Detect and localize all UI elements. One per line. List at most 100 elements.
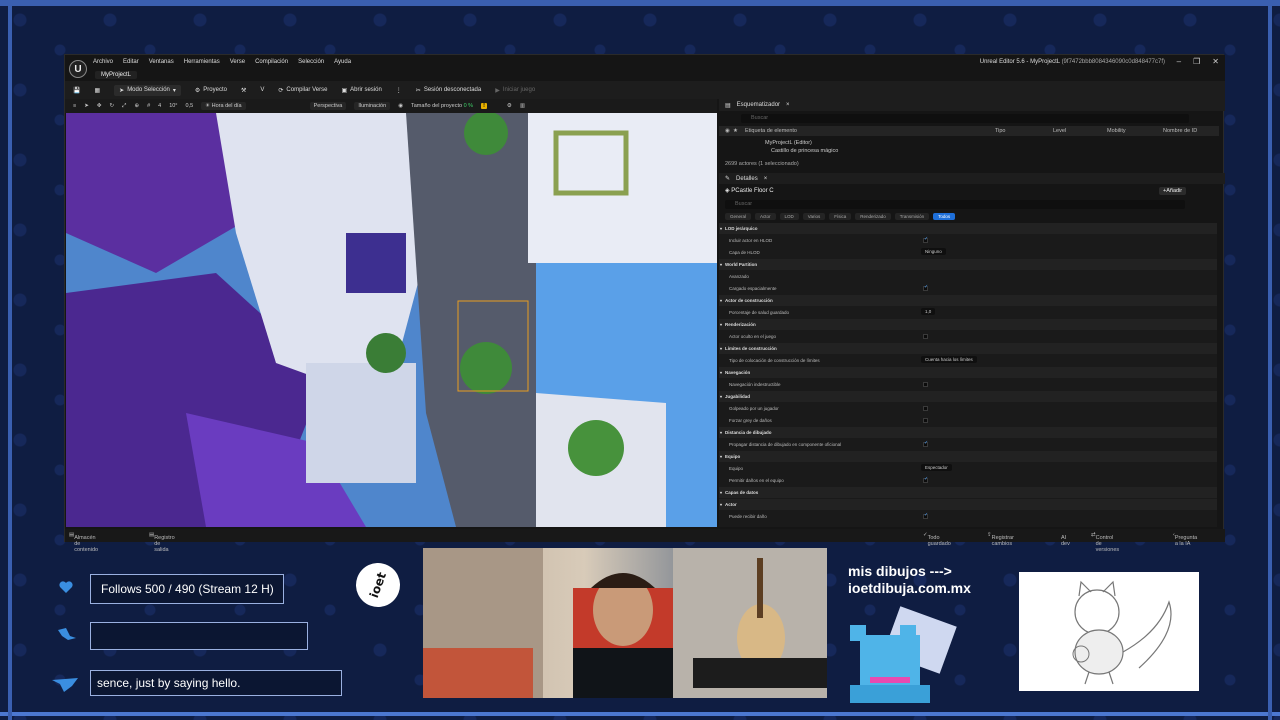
chevron-down-icon[interactable]: ▾ [720,454,722,459]
warning-icon[interactable]: ! [481,103,487,109]
property-category[interactable]: ▾ LOD jerárquico [719,223,1217,234]
filter-tab-physics[interactable]: Física [829,213,852,220]
start-game-button[interactable]: ▶ Iniciar juego [495,87,535,94]
filter-tab-rendering[interactable]: Renderizado [855,213,891,220]
property-checkbox[interactable] [923,512,928,519]
property-category[interactable]: ▾ Capas de datos [719,487,1217,498]
property-category[interactable]: ▾ Jugabilidad [719,391,1217,402]
chevron-down-icon[interactable]: ▾ [720,430,722,435]
chevron-down-icon[interactable]: ▾ [720,298,722,303]
filter-tab-streaming[interactable]: Transmisión [894,213,930,220]
build-dropdown[interactable]: ⚒ [241,87,246,94]
col-id-name[interactable]: Nombre de ID [1163,128,1197,134]
property-value[interactable]: Ninguno [921,248,946,255]
snap-rotation-value[interactable]: 10° [169,103,177,109]
col-type[interactable]: Tipo [995,128,1006,134]
property-category[interactable]: ▾ Actor [719,499,1217,510]
select-tool-icon[interactable]: ➤ [84,103,89,109]
scale-tool-icon[interactable]: ⤢ [122,103,126,110]
property-checkbox[interactable] [923,236,928,243]
menu-seleccion[interactable]: Selección [298,59,324,65]
filter-tab-all[interactable]: Todos [933,213,956,220]
menu-archivo[interactable]: Archivo [93,59,113,65]
outliner-search-input[interactable]: Buscar [741,114,1189,123]
chevron-down-icon[interactable]: ▾ [720,262,722,267]
property-value[interactable]: 1,0 [921,308,936,315]
project-size-indicator[interactable]: Tamaño del proyecto 0 % [411,103,473,109]
grid-snap-icon[interactable]: # [147,103,150,109]
property-row[interactable]: Porcentaje de salud guardado 1,0 [719,307,1217,318]
property-checkbox[interactable] [923,284,928,291]
menu-ventanas[interactable]: Ventanas [149,59,174,65]
mode-selector[interactable]: ➤ Modo Selección ▾ [114,84,181,96]
star-icon[interactable]: ★ [733,128,738,134]
restore-icon[interactable]: ❐ [1193,57,1200,66]
property-row[interactable]: Golpeado por un jugador [719,403,1217,414]
minimize-icon[interactable]: – [1177,57,1181,66]
chevron-down-icon[interactable]: ▾ [720,346,722,351]
menu-ayuda[interactable]: Ayuda [334,59,351,65]
verse-icon[interactable]: V [260,87,264,93]
property-category[interactable]: ▾ Renderización [719,319,1217,330]
filter-tab-general[interactable]: General [725,213,752,220]
property-row[interactable]: Forzar grey de daños [719,415,1217,426]
details-close-icon[interactable]: × [764,176,768,182]
surface-snap-icon[interactable]: ⊕ [134,103,139,109]
property-row[interactable]: Actor oculto en el juego [719,331,1217,342]
session-status[interactable]: ✂ Sesión desconectada [416,87,481,94]
chevron-down-icon[interactable]: ▾ [720,322,722,327]
content-drawer-button[interactable]: ▤ Almacén de contenido [69,532,98,553]
property-category[interactable]: ▾ Equipo [719,451,1217,462]
settings-icon[interactable]: ⚙ [507,103,512,109]
details-tab[interactable]: ✎ Detalles × [719,173,1225,184]
more-icon[interactable]: ⋮ [396,87,402,94]
property-row[interactable]: Equipo Espectador [719,463,1217,474]
snap-grid-value[interactable]: 4 [158,103,161,109]
property-category[interactable]: ▾ Límites de construcción [719,343,1217,354]
col-level[interactable]: Level [1053,128,1066,134]
property-row[interactable]: Tipo de colocación de construcción de lí… [719,355,1217,366]
property-category[interactable]: ▾ World Partition [719,259,1217,270]
property-checkbox[interactable] [923,382,928,387]
menu-herramientas[interactable]: Herramientas [184,59,220,65]
details-search-input[interactable]: Buscar [725,200,1185,209]
property-checkbox[interactable] [923,334,928,339]
lighting-button[interactable]: Iluminación [354,102,391,110]
property-checkbox[interactable] [923,418,928,423]
property-row[interactable]: Puede recibir daño [719,511,1217,522]
filter-tab-actor[interactable]: Actor [755,213,776,220]
property-category[interactable]: ▾ Distancia de dibujado [719,427,1217,438]
save-status[interactable]: ✓ Todo guardado [923,532,951,547]
property-value[interactable]: Espectador [921,464,952,471]
chevron-down-icon[interactable]: ▾ [720,502,722,507]
outliner-tab[interactable]: ▤ Esquematizador × [719,99,1225,111]
viewport-menu-icon[interactable]: ≡ [73,103,76,109]
snap-scale-value[interactable]: 0,5 [186,103,194,109]
show-icon[interactable]: ◉ [398,103,403,109]
property-category[interactable]: ▾ Navegación [719,367,1217,378]
perspective-button[interactable]: Perspectiva [309,102,347,110]
outliner-row-castle[interactable]: Castillo de princesa mágico [719,147,1219,155]
property-row[interactable]: Permitir daños en el equipo [719,475,1217,486]
output-log-button[interactable]: ▤ Registro de salida [149,532,175,553]
property-checkbox[interactable] [923,440,928,447]
col-label[interactable]: Etiqueta de elemento [745,128,797,134]
open-session-button[interactable]: ▣ Abrir sesión [341,87,381,94]
layout-icon[interactable]: ▥ [520,103,525,109]
close-icon[interactable]: ✕ [1212,57,1219,66]
version-control-button[interactable]: ⇄ Control de versiones [1091,532,1119,553]
menu-editar[interactable]: Editar [123,59,139,65]
property-row[interactable]: Cargado espacialmente [719,283,1217,294]
outliner-row-world[interactable]: MyProjectL (Editor) [719,139,1219,147]
level-viewport[interactable] [66,113,717,527]
filter-tab-lod[interactable]: LOD [779,213,799,220]
compile-verse-button[interactable]: ⟳ Compilar Verse [278,87,327,94]
property-category[interactable]: ▾ Actor de construcción [719,295,1217,306]
property-row[interactable]: Avanzado [719,271,1217,282]
chevron-down-icon[interactable]: ▾ [720,370,722,375]
ask-ai-button[interactable]: ‹ Pregunta a la IA [1173,532,1197,547]
save-icon[interactable]: 💾 [73,87,80,94]
unreal-logo-icon[interactable]: U [69,60,87,78]
chevron-down-icon[interactable]: ▾ [720,226,722,231]
property-row[interactable]: Propagar distancia de dibujado en compon… [719,439,1217,450]
